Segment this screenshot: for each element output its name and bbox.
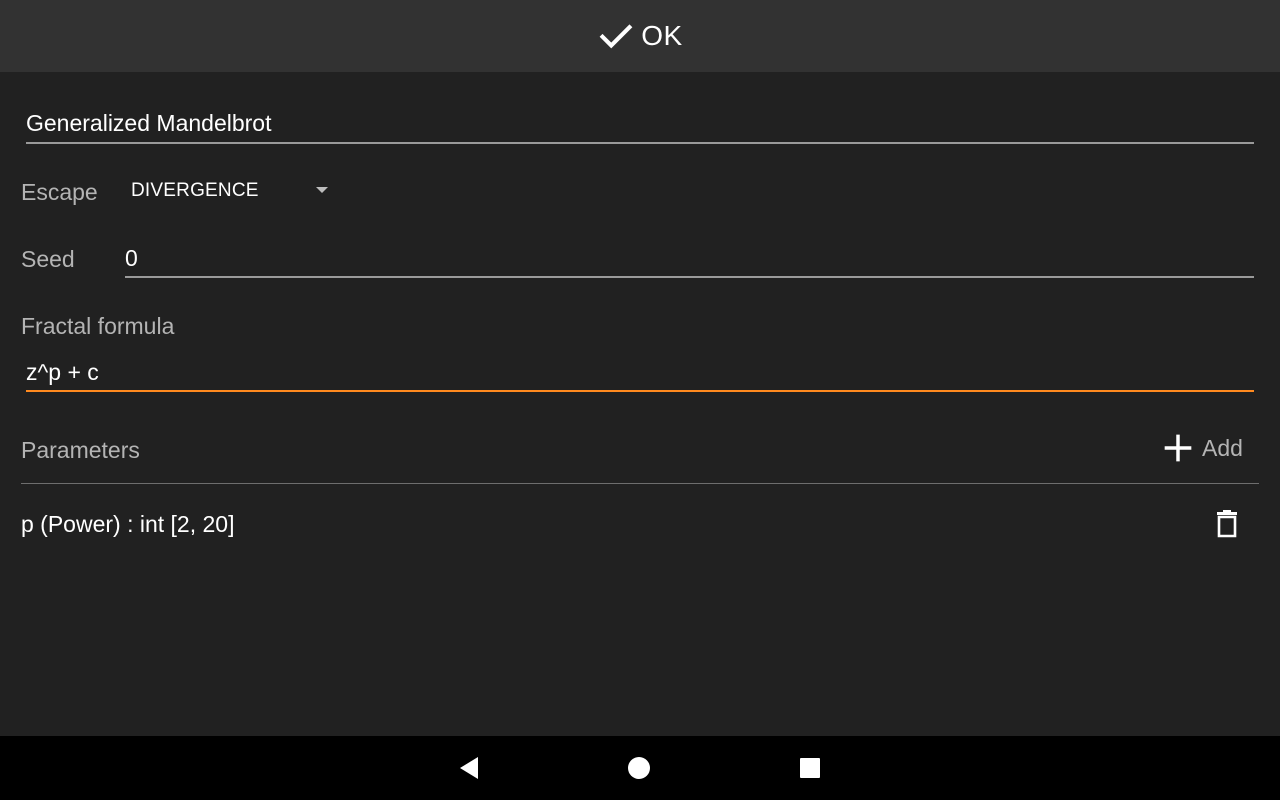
dropdown-arrow-icon [316, 187, 328, 193]
plus-icon [1162, 432, 1194, 464]
parameter-row[interactable]: p (Power) : int [2, 20] [21, 498, 1259, 550]
seed-input[interactable] [125, 240, 1254, 276]
delete-parameter-button[interactable] [1209, 506, 1245, 542]
ok-button[interactable]: OK [581, 8, 698, 64]
system-navigation-bar [0, 736, 1280, 800]
trash-icon [1215, 510, 1239, 538]
formula-input[interactable] [26, 354, 1254, 390]
nav-recents-button[interactable] [790, 748, 830, 788]
add-parameter-button[interactable]: Add [1156, 426, 1249, 470]
name-input[interactable] [26, 104, 1254, 142]
action-bar: OK [0, 0, 1280, 72]
back-triangle-icon [458, 756, 482, 780]
parameters-label: Parameters [21, 437, 140, 463]
escape-label: Escape [21, 179, 98, 205]
parameter-text: p (Power) : int [2, 20] [21, 510, 235, 537]
escape-value: DIVERGENCE [131, 180, 259, 201]
escape-spinner[interactable]: DIVERGENCE [122, 170, 342, 212]
check-icon [597, 17, 635, 55]
home-circle-icon [627, 756, 651, 780]
parameters-divider [21, 483, 1259, 484]
fractal-formula-label: Fractal formula [21, 313, 175, 339]
nav-back-button[interactable] [450, 748, 490, 788]
add-label: Add [1202, 434, 1243, 461]
ok-label: OK [641, 20, 683, 51]
nav-home-button[interactable] [619, 748, 659, 788]
formula-field[interactable] [26, 354, 1254, 392]
seed-field[interactable] [125, 240, 1254, 278]
formula-editor-screen: OK Escape DIVERGENCE Seed Fractal formul… [0, 0, 1280, 800]
seed-label: Seed [21, 246, 75, 272]
recents-square-icon [799, 757, 821, 779]
name-field[interactable] [26, 104, 1254, 144]
